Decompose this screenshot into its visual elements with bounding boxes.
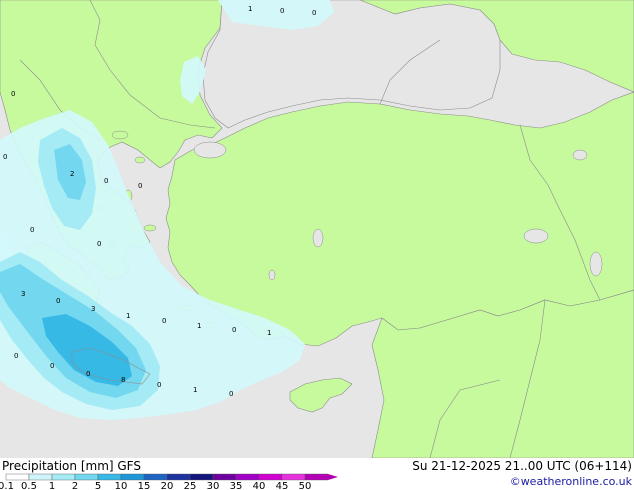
map-value-label: 3 (91, 305, 95, 313)
legend-swatch (143, 473, 168, 481)
legend-arrow (328, 474, 338, 480)
lake (523, 228, 549, 244)
legend-label: 50 (299, 481, 312, 490)
legend-label: 2 (72, 481, 78, 490)
legend-swatch (5, 473, 30, 481)
legend-swatch (166, 473, 191, 481)
legend-swatch (281, 473, 306, 481)
legend-labels: 0.1 0.5 1 2 5 10 15 20 25 30 35 40 45 50 (0, 481, 311, 490)
map-value-label: 0 (232, 326, 236, 334)
map-value-label: 0 (3, 153, 7, 161)
precipitation-map: 1 0 0 0 0 2 0 0 0 0 3 0 3 1 0 1 0 1 0 0 … (0, 0, 634, 458)
legend-swatch (258, 473, 283, 481)
map-value-label: 0 (14, 352, 18, 360)
map-value-label: 0 (162, 317, 166, 325)
map-value-label: 0 (97, 240, 101, 248)
lake (193, 141, 227, 159)
map-value-label: 0 (30, 226, 34, 234)
map-value-label: 1 (193, 386, 197, 394)
map-value-label: 0 (312, 9, 316, 17)
map-value-label: 3 (21, 290, 25, 298)
map-value-label: 2 (70, 170, 74, 178)
legend-swatch (235, 473, 260, 481)
map-value-label: 0 (50, 362, 54, 370)
map-value-label: 1 (248, 5, 252, 13)
legend-label: 20 (161, 481, 174, 490)
legend-label: 40 (253, 481, 266, 490)
island (143, 224, 157, 232)
legend-swatch (97, 473, 122, 481)
precipitation-legend: 0.1 0.5 1 2 5 10 15 20 25 30 35 40 45 50 (0, 473, 338, 490)
legend-label: 0.1 (0, 481, 14, 490)
legend-swatch (74, 473, 99, 481)
legend-label: 10 (115, 481, 128, 490)
lake (312, 228, 324, 248)
map-value-label: 0 (229, 390, 233, 398)
credit-link[interactable]: ©weatheronline.co.uk (510, 475, 632, 488)
island (134, 156, 146, 164)
legend-swatch (304, 473, 329, 481)
legend-label: 25 (184, 481, 197, 490)
map-value-label: 0 (104, 177, 108, 185)
island (111, 130, 129, 140)
legend-swatch (189, 473, 214, 481)
lake (268, 269, 276, 281)
map-value-label: 0 (86, 370, 90, 378)
map-title: Precipitation [mm] GFS (2, 459, 141, 473)
weather-map-page: 1 0 0 0 0 2 0 0 0 0 3 0 3 1 0 1 0 1 0 0 … (0, 0, 634, 490)
legend-swatch (28, 473, 53, 481)
legend-swatch (120, 473, 145, 481)
map-value-label: 1 (126, 312, 130, 320)
lake (589, 251, 603, 277)
legend-label: 30 (207, 481, 220, 490)
map-value-label: 0 (138, 182, 142, 190)
map-value-label: 0 (280, 7, 284, 15)
legend-swatch (212, 473, 237, 481)
map-value-label: 1 (197, 322, 201, 330)
legend-label: 15 (138, 481, 151, 490)
forecast-time: Su 21-12-2025 21..00 UTC (06+114) (412, 459, 632, 473)
legend-label: 0.5 (21, 481, 37, 490)
map-value-label: 8 (121, 376, 125, 384)
legend-label: 1 (49, 481, 55, 490)
map-value-label: 1 (267, 329, 271, 337)
lake (572, 149, 588, 161)
map-value-label: 0 (56, 297, 60, 305)
legend-swatch (51, 473, 76, 481)
map-value-label: 0 (157, 381, 161, 389)
map-footer: Precipitation [mm] GFS Su 21-12-2025 21.… (0, 458, 634, 490)
legend-label: 35 (230, 481, 243, 490)
legend-label: 5 (95, 481, 101, 490)
legend-swatches (5, 473, 338, 481)
map-value-label: 0 (11, 90, 15, 98)
legend-label: 45 (276, 481, 289, 490)
